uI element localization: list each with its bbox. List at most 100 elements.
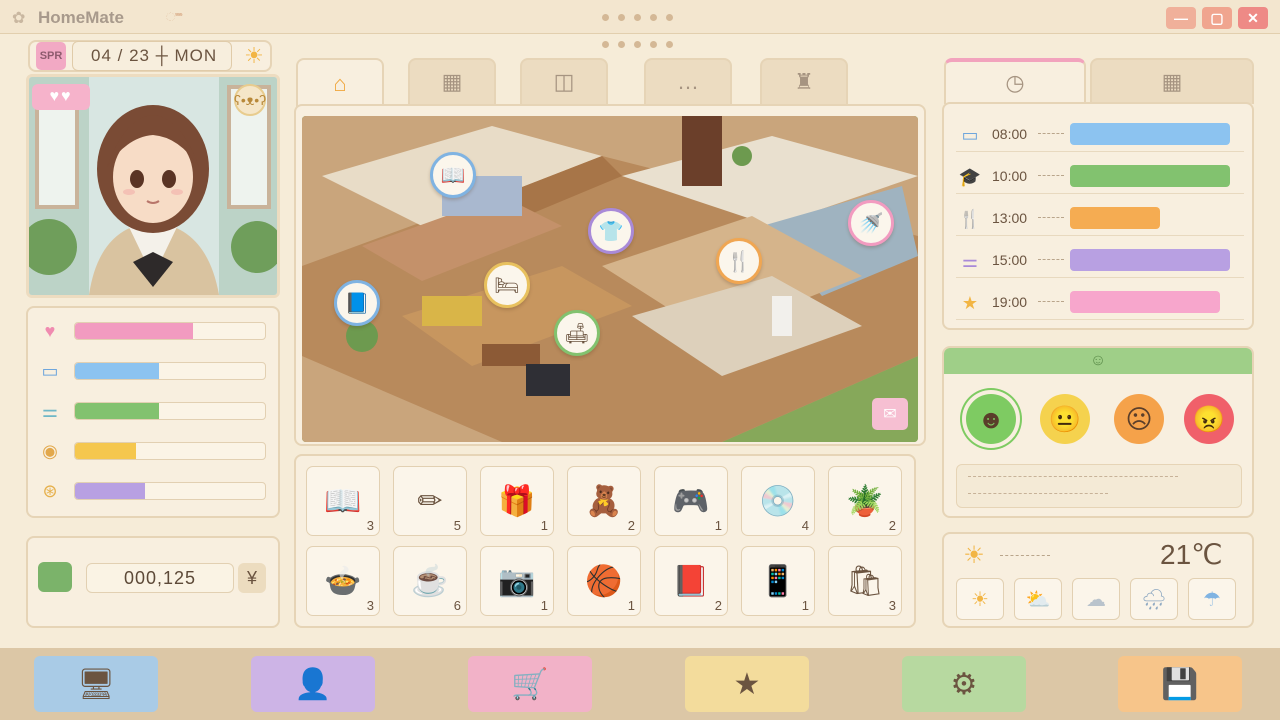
- cloud-icon[interactable]: ☁: [1072, 578, 1120, 620]
- item-count: 2: [627, 518, 635, 533]
- save-button[interactable]: 💾: [1118, 656, 1242, 712]
- bathroom-marker[interactable]: 🚿: [848, 200, 894, 246]
- tab-home[interactable]: ⌂: [296, 58, 384, 108]
- inventory-slot[interactable]: 📱 1: [741, 546, 815, 616]
- affection-badge: ♥♥: [32, 84, 90, 110]
- profile-button[interactable]: 👤: [251, 656, 375, 712]
- palette-icon: ◉: [42, 440, 58, 461]
- rain-icon[interactable]: 🌧: [1130, 578, 1178, 620]
- app-logo-icon: ✿: [12, 10, 26, 27]
- favorites-button[interactable]: ★: [685, 656, 809, 712]
- schedule-row[interactable]: ▭ 08:00: [956, 116, 1244, 152]
- stat-bar-fill: [75, 363, 159, 379]
- inventory-slot[interactable]: ☕ 6: [393, 546, 467, 616]
- maximize-button[interactable]: ▢: [1202, 7, 1232, 29]
- wallet-amount: 000,125: [86, 563, 234, 593]
- schedule-leader: [1038, 301, 1064, 302]
- inventory-slot[interactable]: 🛍 3: [828, 546, 902, 616]
- schedule-row[interactable]: 🎓 10:00: [956, 158, 1244, 194]
- minimize-button[interactable]: —: [1166, 7, 1196, 29]
- house-illustration: [302, 116, 918, 442]
- happy-face-icon[interactable]: ☻: [966, 394, 1016, 444]
- heart-icon: ♥: [44, 320, 56, 341]
- season-badge: SPR: [36, 42, 66, 70]
- bear-icon[interactable]: ʕ•ᴥ•ʔ: [234, 84, 266, 116]
- house-map[interactable]: [302, 116, 918, 442]
- item-count: 2: [714, 598, 722, 613]
- inventory-slot[interactable]: 🏀 1: [567, 546, 641, 616]
- cart-icon: 🛒: [511, 667, 549, 701]
- book-open-icon: 📘: [344, 292, 370, 315]
- inventory-slot[interactable]: 💿 4: [741, 466, 815, 536]
- inventory-slot[interactable]: 🎮 1: [654, 466, 728, 536]
- coin-icon: ⊛: [42, 480, 58, 501]
- camera-icon: 📷: [498, 564, 536, 598]
- inventory-slot[interactable]: 🧸 2: [567, 466, 641, 536]
- angry-face-icon[interactable]: 😠: [1184, 394, 1234, 444]
- schedule-leader: [1038, 133, 1064, 134]
- inventory-slot[interactable]: ✏ 5: [393, 466, 467, 536]
- living-marker[interactable]: 🛋: [554, 310, 600, 356]
- sad-face-icon[interactable]: ☹: [1114, 394, 1164, 444]
- stat-affection: ♥: [36, 318, 268, 344]
- library-marker[interactable]: 📖: [430, 152, 476, 198]
- inventory-slot[interactable]: 📕 2: [654, 546, 728, 616]
- save-icon: 💾: [1161, 667, 1199, 701]
- reading-marker[interactable]: 📘: [334, 280, 380, 326]
- inventory-slot[interactable]: 🎁 1: [480, 466, 554, 536]
- shop-button[interactable]: 🛒: [468, 656, 592, 712]
- dumbbell-icon: ⚌: [41, 400, 59, 421]
- sun-icon: ☀: [244, 43, 264, 68]
- schedule-leader: [1038, 175, 1064, 176]
- settings-button[interactable]: ⚙: [902, 656, 1026, 712]
- sun-icon: ☀: [963, 541, 985, 569]
- wardrobe-marker[interactable]: 👕: [588, 208, 634, 254]
- app-title: HomeMate: [38, 8, 124, 27]
- graduation-cap-icon: 🎓: [958, 166, 982, 187]
- shirt-icon: 👕: [598, 220, 624, 243]
- tab-calendar[interactable]: ▦: [408, 58, 496, 104]
- shopping-bag-icon: 🛍: [845, 564, 885, 598]
- stat-bar: [74, 402, 266, 420]
- stat-bar-fill: [75, 403, 159, 419]
- inventory-slot[interactable]: 📖 3: [306, 466, 380, 536]
- tab-calendar[interactable]: ▦: [1090, 58, 1254, 104]
- schedule-row[interactable]: ★ 19:00: [956, 284, 1244, 320]
- inventory-slot[interactable]: 🪴 2: [828, 466, 902, 536]
- mood-note-field[interactable]: [956, 464, 1242, 508]
- stat-bar-fill: [75, 483, 146, 499]
- close-button[interactable]: ✕: [1238, 7, 1268, 29]
- schedule-row[interactable]: ⚌ 15:00: [956, 242, 1244, 278]
- schedule-time: 15:00: [992, 252, 1028, 268]
- tab-chat[interactable]: …: [644, 58, 732, 104]
- phone-icon: 📱: [759, 564, 797, 598]
- user-icon: 👤: [294, 667, 332, 701]
- star-icon: ★: [733, 667, 761, 701]
- bedroom-marker[interactable]: 🛏: [484, 262, 530, 308]
- partly-cloudy-icon[interactable]: ⛅: [1014, 578, 1062, 620]
- schedule-row[interactable]: 🍴 13:00: [956, 200, 1244, 236]
- book-icon: 📖: [324, 484, 362, 518]
- schedule-bar: [1070, 165, 1230, 187]
- tab-shop[interactable]: ◫: [520, 58, 608, 104]
- kitchen-marker[interactable]: 🍴: [716, 238, 762, 284]
- coffee-cup-icon: ☕: [411, 564, 449, 598]
- computer-button[interactable]: 🖥: [34, 656, 158, 712]
- item-count: 6: [453, 598, 461, 613]
- inventory-slot[interactable]: 📷 1: [480, 546, 554, 616]
- inventory-slot[interactable]: 🍲 3: [306, 546, 380, 616]
- tab-trophy[interactable]: ♜: [760, 58, 848, 104]
- item-count: 1: [714, 518, 722, 533]
- mail-icon[interactable]: ✉: [872, 398, 908, 430]
- umbrella-icon[interactable]: ☂: [1188, 578, 1236, 620]
- tab-schedule[interactable]: ◷: [944, 58, 1086, 104]
- schedule-time: 10:00: [992, 168, 1028, 184]
- clock-icon: ◷: [1005, 70, 1025, 95]
- neutral-face-icon[interactable]: 😐: [1040, 394, 1090, 444]
- item-count: 2: [888, 518, 896, 533]
- dumbbell-icon: ⚌: [961, 250, 979, 271]
- sun-icon[interactable]: ☀: [956, 578, 1004, 620]
- book-icon: 📖: [440, 164, 466, 187]
- title-decoration: ಿಿಿ: [166, 10, 184, 24]
- bed-icon: 🛏: [494, 274, 520, 297]
